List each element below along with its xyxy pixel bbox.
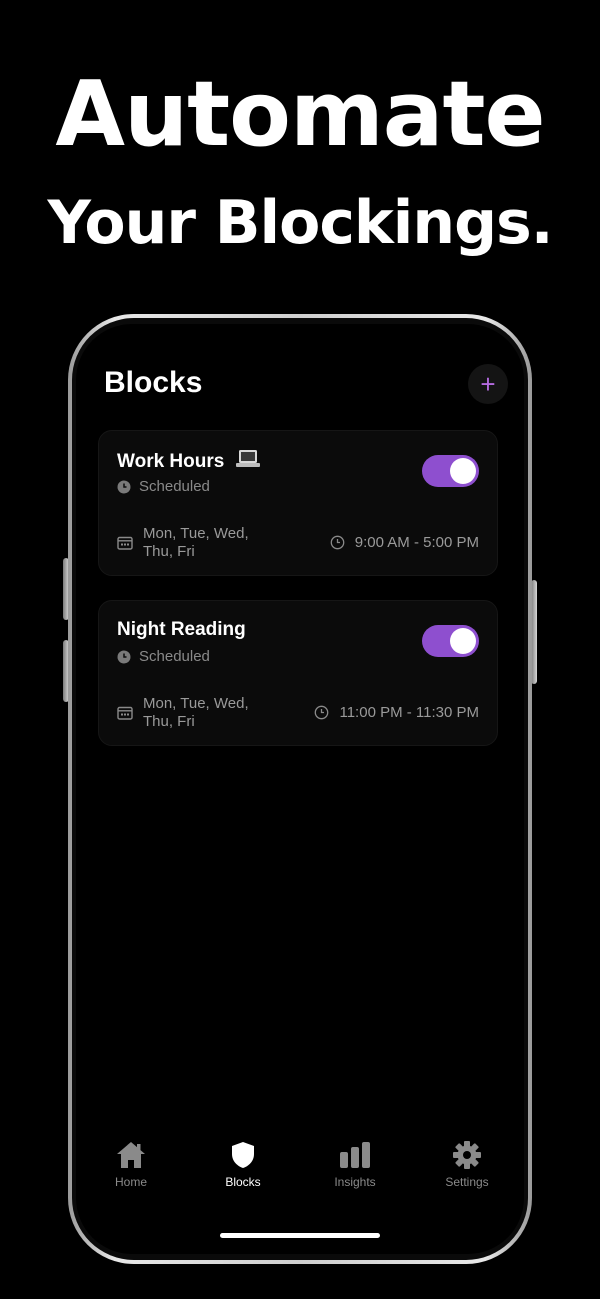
tab-blocks[interactable]: Blocks: [193, 1140, 293, 1189]
days-line-1: Mon, Tue, Wed,: [143, 525, 249, 542]
tab-label: Home: [114, 1175, 147, 1189]
toggle-knob: [450, 628, 476, 654]
tab-insights[interactable]: Insights: [305, 1140, 405, 1189]
clock-icon: [330, 535, 345, 550]
block-card-work-hours[interactable]: Work Hours Scheduled Mon, Tue, Wed, Thu,…: [98, 430, 498, 576]
time-text: 9:00 AM - 5:00 PM: [354, 534, 479, 551]
block-card-night-reading[interactable]: Night Reading Scheduled Mon, Tue, Wed, T…: [98, 600, 498, 746]
toggle-knob: [450, 458, 476, 484]
block-days: Mon, Tue, Wed, Thu, Fri: [117, 695, 283, 731]
clock-badge-icon: [117, 480, 131, 493]
bar-chart-icon: [340, 1142, 370, 1168]
shield-icon: [232, 1142, 254, 1168]
time-text: 11:00 PM - 11:30 PM: [339, 704, 479, 721]
phone-screen: Blocks + Work Hours Scheduled Mon, Tue, …: [76, 324, 524, 1254]
home-indicator[interactable]: [220, 1233, 380, 1238]
block-toggle[interactable]: [422, 625, 479, 657]
headline-line-2: Your Blockings.: [47, 188, 553, 258]
days-text: Mon, Tue, Wed, Thu, Fri: [143, 695, 283, 731]
tab-label: Settings: [445, 1175, 489, 1189]
gear-icon: [453, 1141, 481, 1169]
calendar-icon: [117, 706, 133, 720]
block-title: Night Reading: [117, 619, 246, 640]
tab-label: Insights: [334, 1175, 376, 1189]
days-text: Mon, Tue, Wed, Thu, Fri: [143, 525, 283, 561]
house-icon: [117, 1142, 145, 1168]
calendar-icon: [117, 536, 133, 550]
days-line-1: Mon, Tue, Wed,: [143, 695, 249, 712]
status-text: Scheduled: [139, 648, 210, 665]
block-status: Scheduled: [117, 478, 210, 495]
block-status: Scheduled: [117, 648, 210, 665]
clock-icon: [315, 705, 329, 720]
laptop-icon: [235, 449, 260, 475]
tab-label: Blocks: [225, 1175, 261, 1189]
tab-settings[interactable]: Settings: [417, 1140, 517, 1189]
tab-home[interactable]: Home: [81, 1140, 181, 1189]
block-time: 11:00 PM - 11:30 PM: [314, 704, 479, 721]
phone-frame: Blocks + Work Hours Scheduled Mon, Tue, …: [68, 314, 532, 1264]
tab-bar: Home Blocks Insights Settings: [76, 1140, 524, 1200]
block-toggle[interactable]: [422, 455, 479, 487]
block-days: Mon, Tue, Wed, Thu, Fri: [117, 525, 283, 561]
add-block-button[interactable]: +: [468, 364, 508, 404]
page-title: Blocks: [104, 366, 203, 399]
block-time: 9:00 AM - 5:00 PM: [330, 534, 479, 551]
days-line-2: Thu, Fri: [143, 543, 195, 560]
status-text: Scheduled: [139, 478, 210, 495]
block-title-row: Work Hours: [117, 449, 260, 475]
days-line-2: Thu, Fri: [143, 713, 195, 730]
block-title: Work Hours: [117, 451, 225, 472]
block-title-row: Night Reading: [117, 619, 246, 641]
headline-line-1: Automate: [55, 62, 545, 167]
clock-badge-icon: [117, 650, 131, 663]
